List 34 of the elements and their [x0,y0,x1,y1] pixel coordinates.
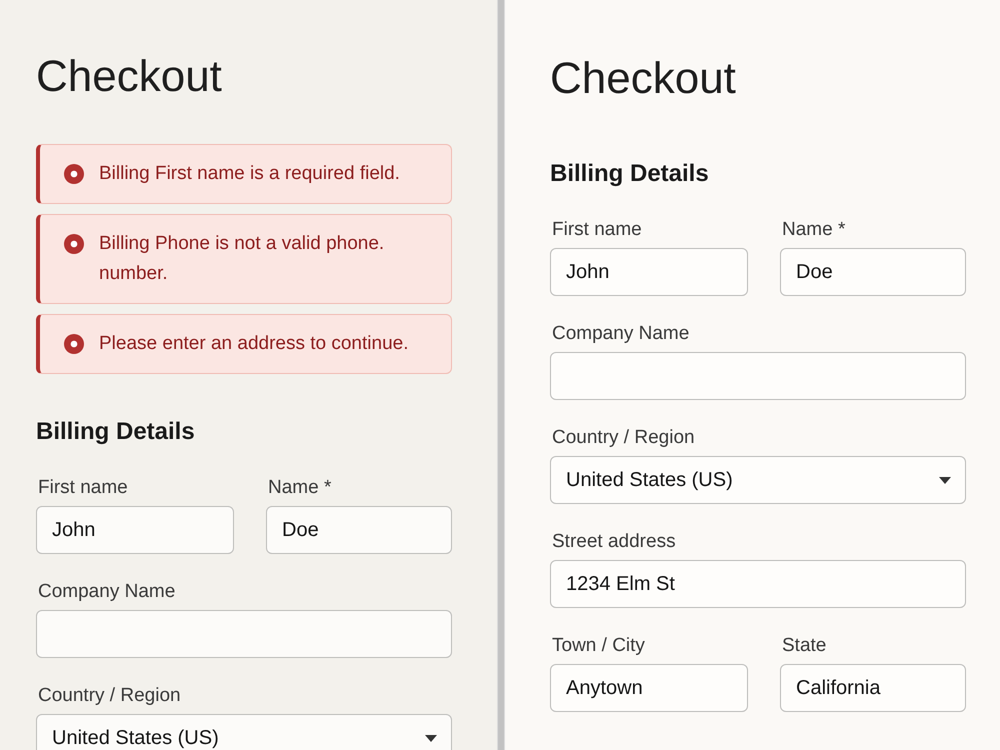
text-field[interactable] [550,352,966,400]
alert-message: Please enter an address to continue. [99,332,408,356]
field-label: First name [551,218,643,242]
field-label: Company Name [551,322,690,346]
circle-dot-icon [64,334,84,354]
page-title: Checkout [36,51,223,103]
text-field[interactable]: John [550,248,748,296]
text-field[interactable]: Anytown [550,664,748,712]
text-field[interactable]: 1234 Elm St [550,560,966,608]
field-label: Country / Region [551,426,696,450]
circle-dot-icon [64,234,84,254]
text-field[interactable]: California [780,664,966,712]
field-label: Street address [551,530,677,554]
field-label: Name * [267,476,332,500]
section-heading: Billing Details [550,159,710,189]
dropdown-field[interactable]: United States (US) [36,714,452,750]
dropdown-field[interactable]: United States (US) [550,456,966,504]
section-heading: Billing Details [36,417,196,447]
alert-message: Billing Phone is not a valid phone. number. [99,232,386,286]
field-label: Town / City [551,634,646,658]
field-label: State [781,634,828,658]
text-field[interactable]: John [36,506,234,554]
circle-dot-icon [64,164,84,184]
alert-message: Billing First name is a required field. [99,162,400,186]
field-label: Company Name [37,580,176,604]
text-field[interactable]: Doe [780,248,966,296]
field-label: Country / Region [37,684,182,708]
caret-icon [425,734,437,742]
field-label: Name * [781,218,846,242]
field-label: First name [37,476,129,500]
page-title: Checkout [550,53,737,105]
text-field[interactable]: Doe [266,506,452,554]
caret-icon [939,476,951,484]
text-field[interactable] [36,610,452,658]
